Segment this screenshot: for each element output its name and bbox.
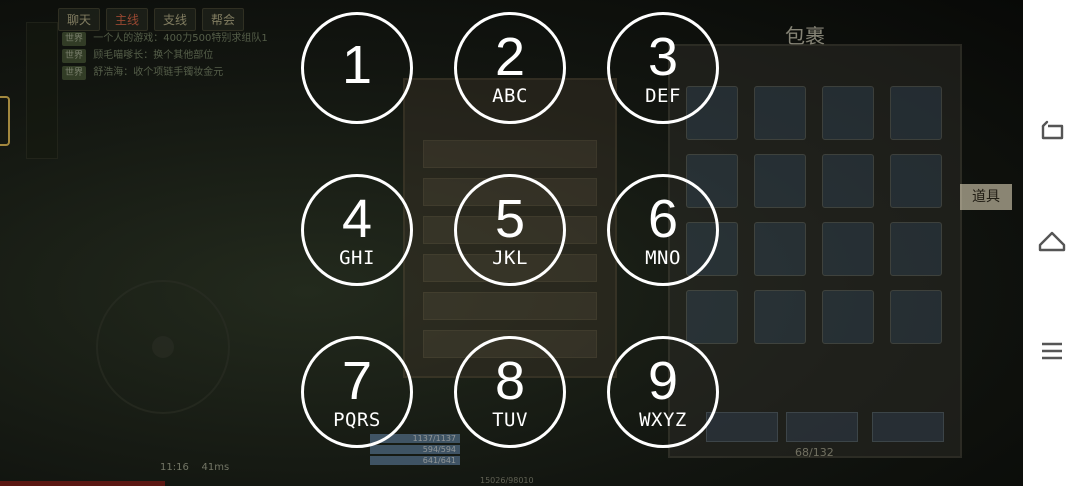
- key-letters: TUV: [492, 409, 528, 431]
- side-tab-items[interactable]: 道具: [960, 184, 1012, 210]
- chat-channel-badge: 世界: [62, 66, 87, 80]
- left-toolbar: [26, 22, 58, 159]
- bag-slot[interactable]: [822, 222, 874, 276]
- status-strip: 11:16 41ms: [160, 462, 229, 473]
- menu-button[interactable]: [1035, 334, 1069, 368]
- key-digit: 1: [341, 35, 373, 95]
- bag-sort-button[interactable]: [872, 412, 944, 442]
- system-nav-bar: [1023, 0, 1080, 486]
- key-3[interactable]: 3 DEF: [607, 12, 719, 124]
- bag-slot[interactable]: [754, 86, 806, 140]
- key-4[interactable]: 4 GHI: [301, 174, 413, 286]
- sp-bar: 641/641: [370, 456, 460, 465]
- chat-tabs: 聊天 主线 支线 帮会: [58, 8, 245, 31]
- key-letters: ABC: [492, 85, 528, 107]
- key-digit: 2: [494, 27, 526, 87]
- bag-slot[interactable]: [686, 290, 738, 344]
- game-screen: 聊天 主线 支线 帮会 世界 一个人的游戏：400力500特别求组队1 世界 顾…: [0, 0, 1023, 486]
- key-digit: 7: [341, 351, 373, 411]
- bag-slot[interactable]: [890, 154, 942, 208]
- key-8[interactable]: 8 TUV: [454, 336, 566, 448]
- chat-channel-badge: 世界: [62, 32, 87, 46]
- key-letters: DEF: [645, 85, 681, 107]
- key-7[interactable]: 7 PQRS: [301, 336, 413, 448]
- key-digit: 4: [341, 189, 373, 249]
- key-6[interactable]: 6 MNO: [607, 174, 719, 286]
- bag-claim-button[interactable]: [706, 412, 778, 442]
- bag-slot[interactable]: [890, 222, 942, 276]
- bag-slot[interactable]: [890, 86, 942, 140]
- menu-icon: [1042, 342, 1062, 360]
- side-pull-tab[interactable]: [0, 96, 10, 146]
- key-9[interactable]: 9 WXYZ: [607, 336, 719, 448]
- chat-line: 世界 一个人的游戏：400力500特别求组队1: [62, 32, 277, 46]
- chat-line: 世界 顾毛喵嗲长：换个其他部位: [62, 49, 277, 63]
- key-letters: PQRS: [333, 409, 381, 431]
- bag-capacity: 68/132: [795, 446, 834, 459]
- bag-slot[interactable]: [754, 222, 806, 276]
- key-digit: 8: [494, 351, 526, 411]
- bag-slot[interactable]: [754, 290, 806, 344]
- key-5[interactable]: 5 JKL: [454, 174, 566, 286]
- bag-sell-button[interactable]: [786, 412, 858, 442]
- mp-bar: 594/594: [370, 445, 460, 454]
- home-icon: [1038, 231, 1066, 252]
- back-button[interactable]: [1035, 116, 1069, 150]
- chat-tab-chat[interactable]: 聊天: [58, 8, 101, 31]
- key-digit: 3: [647, 27, 679, 87]
- key-letters: JKL: [492, 247, 528, 269]
- dialog-option[interactable]: [423, 140, 597, 168]
- virtual-joystick[interactable]: [96, 280, 230, 414]
- chat-tab-side[interactable]: 支线: [154, 8, 197, 31]
- key-letters: WXYZ: [639, 409, 687, 431]
- chat-line: 世界 舒浩海：收个项链手镯妆金元: [62, 66, 277, 80]
- chat-message: 顾毛喵嗲长：换个其他部位: [93, 50, 214, 61]
- dialog-option[interactable]: [423, 292, 597, 320]
- bag-slot[interactable]: [822, 290, 874, 344]
- home-button[interactable]: [1035, 225, 1069, 259]
- key-2[interactable]: 2 ABC: [454, 12, 566, 124]
- chat-tab-main[interactable]: 主线: [106, 8, 149, 31]
- bag-slot[interactable]: [890, 290, 942, 344]
- bag-slot[interactable]: [754, 154, 806, 208]
- key-digit: 6: [647, 189, 679, 249]
- exp-readout: 15026/98010: [480, 476, 534, 485]
- chat-tab-guild[interactable]: 帮会: [202, 8, 245, 31]
- key-1[interactable]: 1: [301, 12, 413, 124]
- chat-log: 世界 一个人的游戏：400力500特别求组队1 世界 顾毛喵嗲长：换个其他部位 …: [62, 32, 277, 83]
- chat-channel-badge: 世界: [62, 49, 87, 63]
- bag-slot[interactable]: [822, 154, 874, 208]
- key-digit: 9: [647, 351, 679, 411]
- key-digit: 5: [494, 189, 526, 249]
- chat-message: 舒浩海：收个项链手镯妆金元: [93, 67, 224, 78]
- chat-message: 一个人的游戏：400力500特别求组队1: [93, 33, 268, 44]
- bag-grid: [686, 86, 942, 344]
- bag-slot[interactable]: [822, 86, 874, 140]
- key-letters: GHI: [339, 247, 375, 269]
- key-letters: MNO: [645, 247, 681, 269]
- status-time: 11:16: [160, 462, 189, 473]
- bottom-bar-accent: [0, 481, 165, 486]
- back-icon: [1041, 120, 1064, 140]
- status-ping: 41ms: [201, 462, 230, 473]
